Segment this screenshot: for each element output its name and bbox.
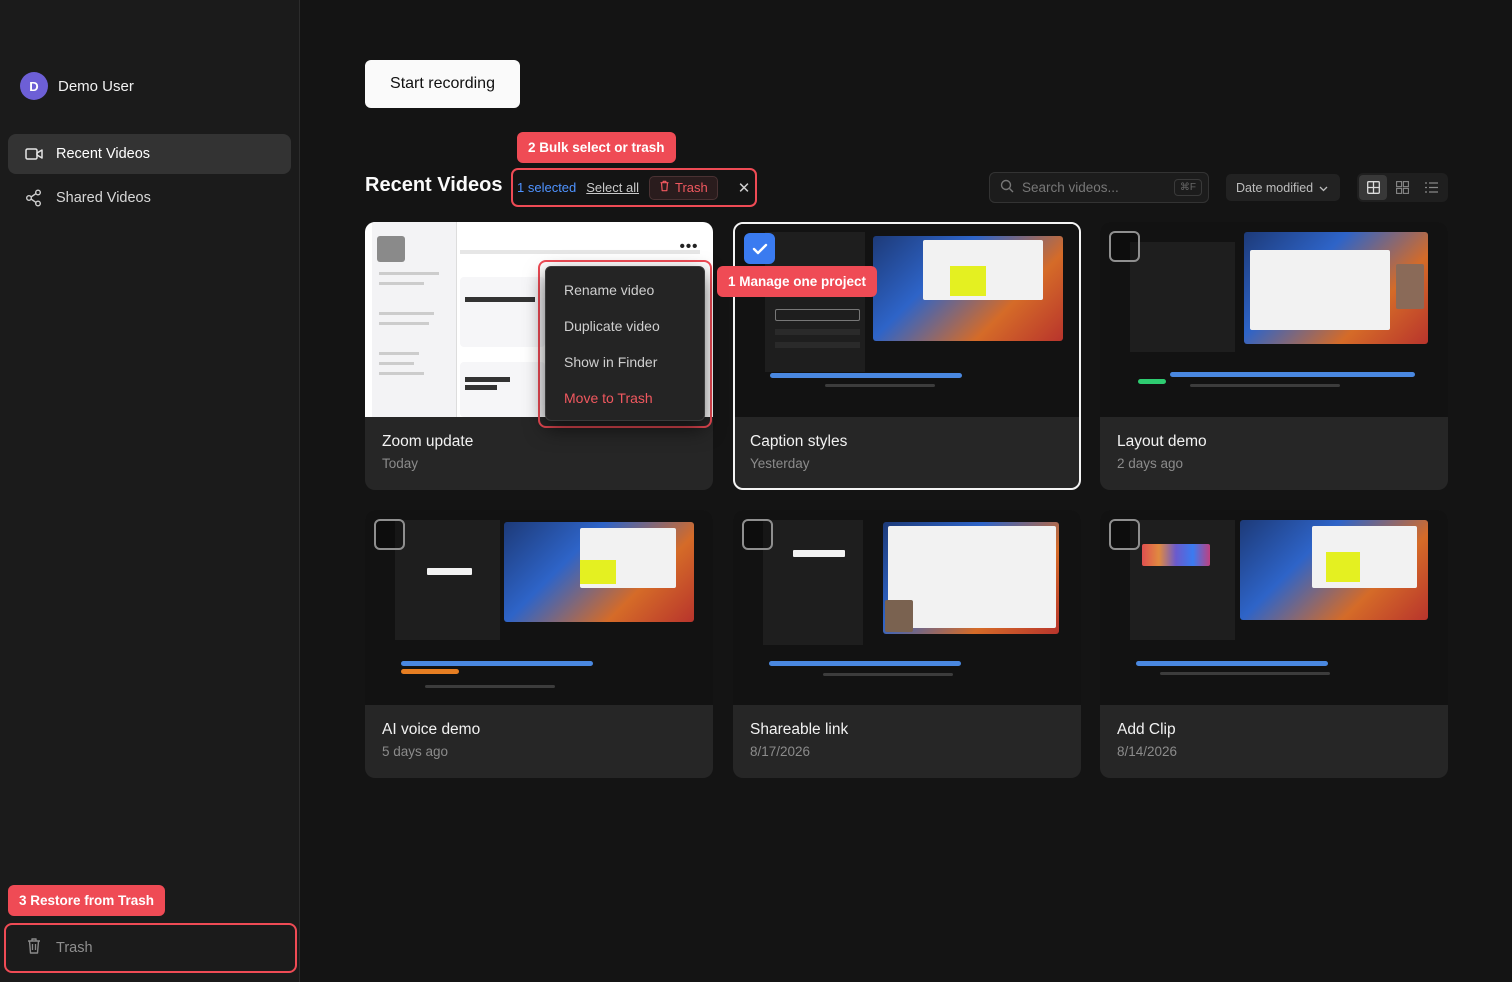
sidebar-item-recent-videos[interactable]: Recent Videos <box>8 134 291 174</box>
video-date: 8/14/2026 <box>1117 744 1178 759</box>
select-checkbox[interactable] <box>1109 231 1140 262</box>
video-title: Zoom update <box>382 433 474 450</box>
video-icon <box>24 144 44 164</box>
context-menu: Rename video Duplicate video Show in Fin… <box>545 266 705 421</box>
user-profile[interactable]: D Demo User <box>20 72 134 100</box>
select-checkbox[interactable] <box>374 519 405 550</box>
video-title: AI voice demo <box>382 721 481 738</box>
menu-item-move-to-trash[interactable]: Move to Trash <box>546 380 704 416</box>
search-icon <box>1000 179 1014 196</box>
bulk-action-bar: 1 selected Select all Trash ✕ <box>511 168 757 207</box>
video-title: Shareable link <box>750 721 849 738</box>
video-thumbnail <box>735 224 1079 417</box>
video-card-selected[interactable]: Caption styles Yesterday <box>733 222 1081 490</box>
video-thumbnail <box>1100 222 1448 417</box>
search-placeholder: Search videos... <box>1022 180 1119 195</box>
small-grid-icon[interactable] <box>1388 175 1416 200</box>
video-thumbnail <box>733 510 1081 705</box>
large-grid-icon[interactable] <box>1359 175 1388 200</box>
menu-item-duplicate[interactable]: Duplicate video <box>546 308 704 344</box>
select-checkbox[interactable] <box>742 519 773 550</box>
select-all-link[interactable]: Select all <box>586 180 639 195</box>
selected-count: 1 selected <box>517 180 577 195</box>
list-view-icon[interactable] <box>1418 175 1446 200</box>
bulk-trash-button[interactable]: Trash <box>649 175 718 200</box>
sidebar-item-label: Trash <box>56 940 93 956</box>
chevron-down-icon <box>1319 181 1328 195</box>
trash-icon <box>659 180 670 195</box>
video-card[interactable]: AI voice demo 5 days ago <box>365 510 713 778</box>
more-options-icon[interactable]: ••• <box>676 236 702 256</box>
close-icon[interactable]: ✕ <box>738 179 751 197</box>
video-title: Layout demo <box>1117 433 1207 450</box>
sort-dropdown[interactable]: Date modified <box>1226 174 1340 201</box>
page-title: Recent Videos <box>365 174 503 196</box>
sort-selected: Date modified <box>1236 180 1314 195</box>
share-icon <box>24 188 44 208</box>
video-title: Caption styles <box>750 433 848 450</box>
callout-manage-project: 1 Manage one project <box>717 266 878 297</box>
video-date: 2 days ago <box>1117 456 1184 471</box>
video-thumbnail <box>365 510 713 705</box>
search-input[interactable]: Search videos... ⌘F <box>989 172 1209 203</box>
video-date: 8/17/2026 <box>750 744 811 759</box>
video-title: Add Clip <box>1117 721 1176 738</box>
select-checkbox[interactable] <box>744 233 775 264</box>
sidebar-item-shared-videos[interactable]: Shared Videos <box>8 178 291 218</box>
user-name: Demo User <box>58 77 134 95</box>
video-date: Today <box>382 456 419 471</box>
sidebar-item-label: Shared Videos <box>56 190 151 206</box>
search-shortcut: ⌘F <box>1173 179 1202 196</box>
video-card[interactable]: Shareable link 8/17/2026 <box>733 510 1081 778</box>
trash-icon <box>26 937 42 959</box>
avatar: D <box>20 72 48 100</box>
start-recording-button[interactable]: Start recording <box>365 60 520 108</box>
callout-bulk-select: 2 Bulk select or trash <box>517 132 676 163</box>
video-date: 5 days ago <box>382 744 449 759</box>
sidebar-item-label: Recent Videos <box>56 146 151 162</box>
video-card[interactable]: Add Clip 8/14/2026 <box>1100 510 1448 778</box>
callout-restore-from-trash: 3 Restore from Trash <box>8 885 166 916</box>
select-checkbox[interactable] <box>1109 519 1140 550</box>
view-toggle <box>1357 173 1448 202</box>
video-card[interactable]: Layout demo 2 days ago <box>1100 222 1448 490</box>
sidebar: D Demo User Recent Videos Shared Videos … <box>0 0 300 982</box>
menu-item-show-in-finder[interactable]: Show in Finder <box>546 344 704 380</box>
sidebar-item-trash[interactable]: Trash <box>4 923 297 973</box>
video-thumbnail <box>1100 510 1448 705</box>
menu-item-rename[interactable]: Rename video <box>546 272 704 308</box>
bulk-trash-label: Trash <box>675 180 708 195</box>
video-date: Yesterday <box>750 456 810 471</box>
